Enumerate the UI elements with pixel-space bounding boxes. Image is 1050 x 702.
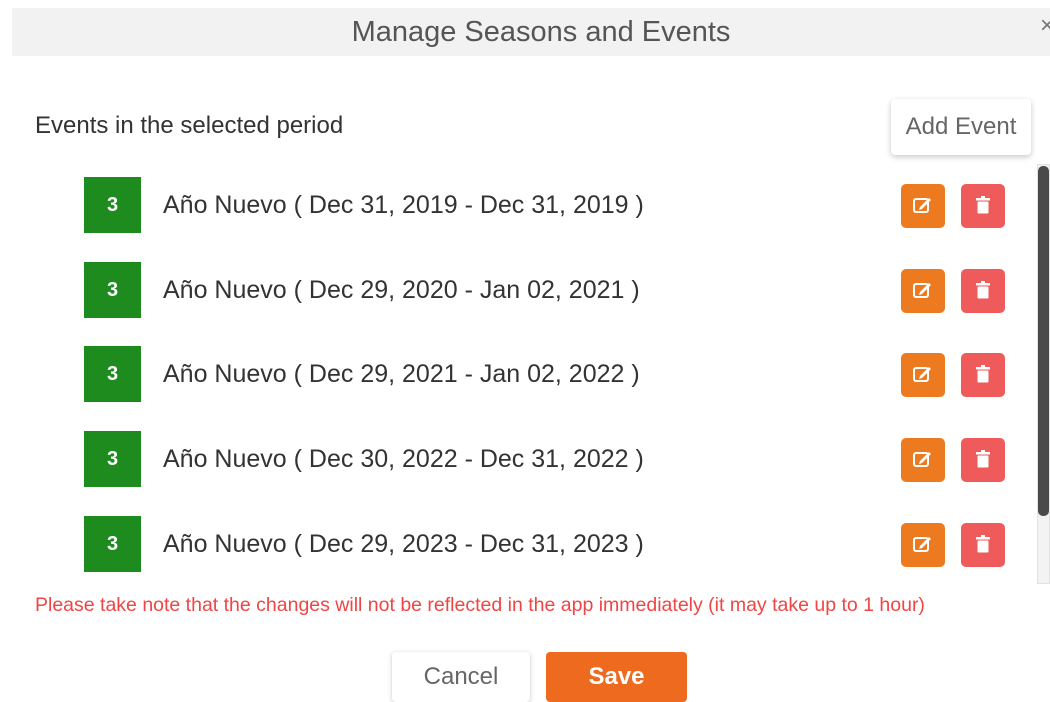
edit-button[interactable] bbox=[901, 353, 945, 397]
edit-icon bbox=[913, 450, 933, 471]
edit-button[interactable] bbox=[901, 438, 945, 482]
delete-button[interactable] bbox=[961, 353, 1005, 397]
scrollbar-thumb[interactable] bbox=[1038, 166, 1049, 516]
day-count-badge: 3 bbox=[84, 262, 141, 318]
day-count-badge: 3 bbox=[84, 177, 141, 233]
day-count-badge: 3 bbox=[84, 431, 141, 487]
trash-icon bbox=[975, 280, 991, 302]
event-label: Año Nuevo ( Dec 29, 2023 - Dec 31, 2023 … bbox=[163, 530, 644, 558]
delete-button[interactable] bbox=[961, 269, 1005, 313]
day-count-badge: 3 bbox=[84, 346, 141, 402]
delete-button[interactable] bbox=[961, 184, 1005, 228]
trash-icon bbox=[975, 195, 991, 217]
delete-button[interactable] bbox=[961, 523, 1005, 567]
warning-message: Please take note that the changes will n… bbox=[35, 594, 925, 616]
modal-header: Manage Seasons and Events bbox=[12, 8, 1050, 56]
trash-icon bbox=[975, 534, 991, 556]
edit-icon bbox=[913, 365, 933, 386]
day-count-badge: 3 bbox=[84, 516, 141, 572]
event-row: 3 Año Nuevo ( Dec 29, 2020 - Jan 02, 202… bbox=[0, 262, 1030, 318]
edit-icon bbox=[913, 535, 933, 556]
edit-button[interactable] bbox=[901, 269, 945, 313]
event-label: Año Nuevo ( Dec 29, 2021 - Jan 02, 2022 … bbox=[163, 360, 640, 388]
event-row: 3 Año Nuevo ( Dec 29, 2023 - Dec 31, 202… bbox=[0, 516, 1030, 572]
modal-title: Manage Seasons and Events bbox=[351, 16, 731, 48]
close-icon[interactable]: × bbox=[1040, 10, 1050, 42]
add-event-button[interactable]: Add Event bbox=[891, 99, 1031, 155]
edit-button[interactable] bbox=[901, 523, 945, 567]
manage-seasons-modal: Manage Seasons and Events × Events in th… bbox=[0, 0, 1050, 702]
edit-icon bbox=[913, 196, 933, 217]
event-label: Año Nuevo ( Dec 30, 2022 - Dec 31, 2022 … bbox=[163, 445, 644, 473]
delete-button[interactable] bbox=[961, 438, 1005, 482]
cancel-button[interactable]: Cancel bbox=[392, 652, 530, 702]
save-button[interactable]: Save bbox=[546, 652, 687, 702]
event-row: 3 Año Nuevo ( Dec 29, 2021 - Jan 02, 202… bbox=[0, 346, 1030, 402]
section-title: Events in the selected period bbox=[35, 112, 344, 139]
event-label: Año Nuevo ( Dec 29, 2020 - Jan 02, 2021 … bbox=[163, 276, 640, 304]
event-label: Año Nuevo ( Dec 31, 2019 - Dec 31, 2019 … bbox=[163, 191, 644, 219]
event-list: 3 Año Nuevo ( Dec 31, 2019 - Dec 31, 201… bbox=[0, 160, 1050, 590]
edit-button[interactable] bbox=[901, 184, 945, 228]
event-row: 3 Año Nuevo ( Dec 31, 2019 - Dec 31, 201… bbox=[0, 177, 1030, 233]
event-row: 3 Año Nuevo ( Dec 30, 2022 - Dec 31, 202… bbox=[0, 431, 1030, 487]
trash-icon bbox=[975, 364, 991, 386]
trash-icon bbox=[975, 449, 991, 471]
edit-icon bbox=[913, 281, 933, 302]
